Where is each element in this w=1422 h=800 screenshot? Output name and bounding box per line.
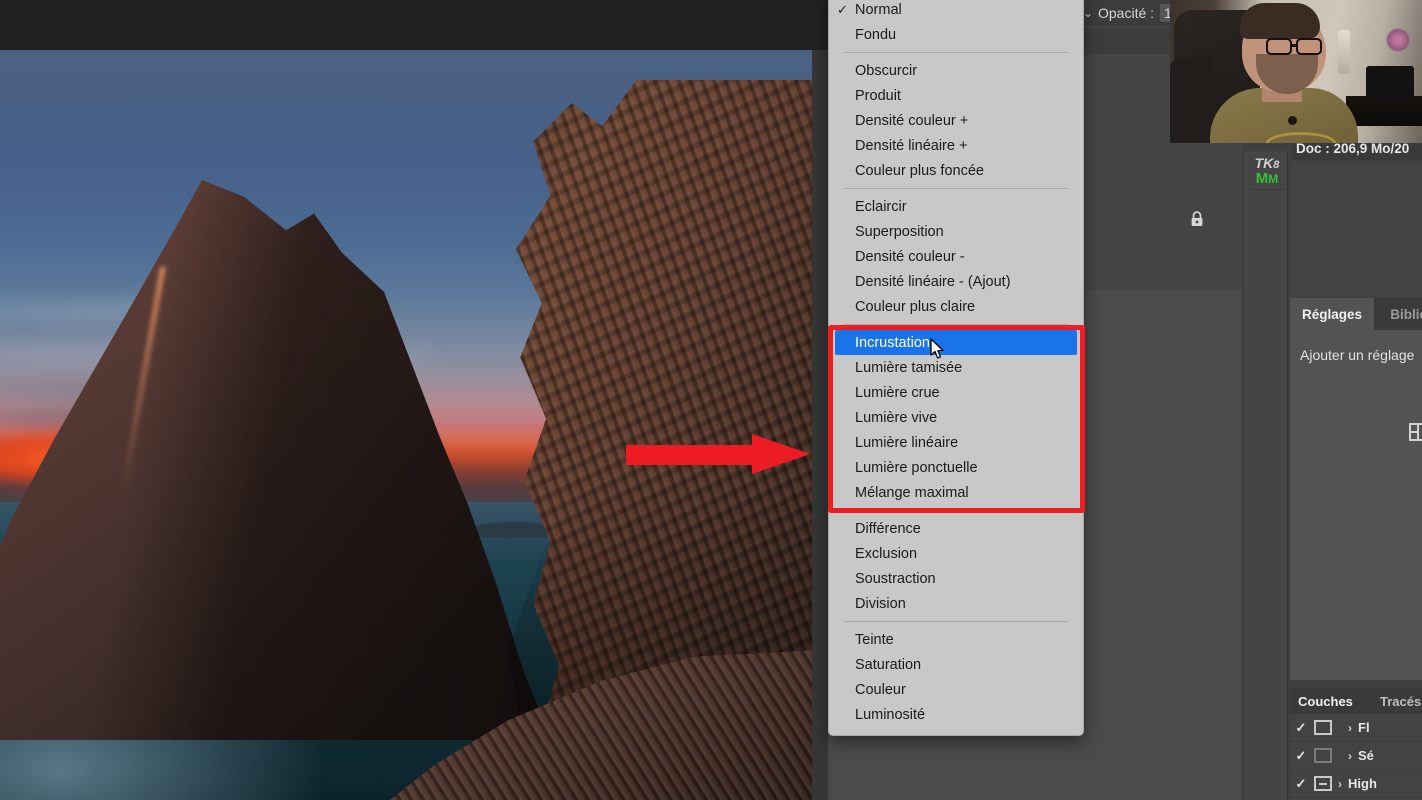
mouse-cursor-icon [930, 338, 944, 359]
presenter-webcam-overlay [1170, 0, 1422, 143]
menu-separator [843, 510, 1069, 511]
menu-separator [843, 188, 1069, 189]
lamp [1338, 30, 1350, 74]
flowers [1386, 28, 1410, 52]
gaming-chair-side [1170, 58, 1212, 143]
menu-item-lumi-re-lin-aire[interactable]: Lumière linéaire [829, 430, 1083, 455]
tool-strip[interactable] [1244, 150, 1288, 800]
glasses-bridge [1291, 44, 1298, 47]
menu-item-couleur[interactable]: Couleur [829, 677, 1083, 702]
menu-item-normal[interactable]: Normal [829, 0, 1083, 22]
table-row[interactable]: ✓ › High [1290, 770, 1422, 798]
glasses-left-lens [1266, 38, 1292, 55]
tk8-mm-logo[interactable]: TK8 MM [1250, 152, 1284, 190]
menu-item-superposition[interactable]: Superposition [829, 219, 1083, 244]
blend-mode-dropdown[interactable]: NormalFonduObscurcirProduitDensité coule… [828, 0, 1084, 736]
add-adjustment-label: Ajouter un réglage [1300, 347, 1415, 363]
properties-panel-body [1290, 162, 1422, 297]
layer-thumbnail-icon[interactable] [1314, 776, 1332, 791]
menu-item-diff-rence[interactable]: Différence [829, 516, 1083, 541]
adjustments-panel[interactable] [1290, 330, 1422, 680]
tab-couches[interactable]: Couches [1298, 688, 1353, 714]
menu-item-couleur-plus-fonc-e[interactable]: Couleur plus foncée [829, 158, 1083, 183]
properties-tabs[interactable]: Réglages Biblio [1290, 298, 1422, 330]
table-row[interactable]: ✓ › Sé [1290, 742, 1422, 770]
menu-item-produit[interactable]: Produit [829, 83, 1083, 108]
document-image[interactable] [0, 50, 812, 800]
adjustment-icon[interactable] [1409, 423, 1422, 441]
menu-item-teinte[interactable]: Teinte [829, 627, 1083, 652]
tab-traces[interactable]: Tracés [1380, 688, 1421, 714]
menu-item-saturation[interactable]: Saturation [829, 652, 1083, 677]
lapel-microphone [1288, 116, 1297, 125]
menu-separator [843, 324, 1069, 325]
menu-item-luminosit[interactable]: Luminosité [829, 702, 1083, 727]
layers-list[interactable]: ✓ › Fl ✓ › Sé ✓ › High [1290, 714, 1422, 800]
arrow-shaft [626, 445, 756, 465]
chevron-right-icon[interactable]: › [1348, 749, 1352, 763]
menu-item-lumi-re-crue[interactable]: Lumière crue [829, 380, 1083, 405]
glasses-right-lens [1296, 38, 1322, 55]
lock-icon[interactable] [1190, 211, 1204, 227]
menu-item-exclusion[interactable]: Exclusion [829, 541, 1083, 566]
logo-line-one: TK8 [1254, 154, 1280, 171]
menu-item-lumi-re-vive[interactable]: Lumière vive [829, 405, 1083, 430]
tab-reglages[interactable]: Réglages [1290, 298, 1374, 330]
canvas-area[interactable] [0, 0, 828, 800]
menu-item-couleur-plus-claire[interactable]: Couleur plus claire [829, 294, 1083, 319]
arrow-head [752, 434, 810, 474]
layers-panel-tabs[interactable]: Couches Tracés [1290, 688, 1422, 714]
canvas-vertical-scrollbar[interactable] [812, 50, 828, 800]
desk [1346, 96, 1422, 126]
layer-name: Sé [1358, 748, 1374, 763]
layer-thumbnail-icon[interactable] [1314, 720, 1332, 735]
menu-item-division[interactable]: Division [829, 591, 1083, 616]
menu-item-densit-couleur[interactable]: Densité couleur + [829, 108, 1083, 133]
menu-item-densit-lin-aire-ajout[interactable]: Densité linéaire - (Ajout) [829, 269, 1083, 294]
visibility-check-icon[interactable]: ✓ [1290, 720, 1312, 736]
menu-item-lumi-re-tamis-e[interactable]: Lumière tamisée [829, 355, 1083, 380]
menu-item-incrustation[interactable]: Incrustation [835, 330, 1077, 355]
layer-name: Fl [1358, 720, 1370, 735]
opacity-label: Opacité : [1098, 5, 1155, 21]
monitor [1366, 66, 1414, 100]
chevron-right-icon[interactable]: › [1348, 721, 1352, 735]
tab-bibliotheques[interactable]: Biblio [1374, 298, 1422, 330]
visibility-check-icon[interactable]: ✓ [1290, 776, 1312, 792]
menu-separator [843, 621, 1069, 622]
menu-item-fondu[interactable]: Fondu [829, 22, 1083, 47]
menu-item-soustraction[interactable]: Soustraction [829, 566, 1083, 591]
presenter-hair [1240, 3, 1320, 39]
menu-item-densit-lin-aire[interactable]: Densité linéaire + [829, 133, 1083, 158]
menu-item-eclaircir[interactable]: Eclaircir [829, 194, 1083, 219]
visibility-check-icon[interactable]: ✓ [1290, 748, 1312, 764]
menu-item-m-lange-maximal[interactable]: Mélange maximal [829, 480, 1083, 505]
chevron-right-icon[interactable]: › [1338, 777, 1342, 791]
red-arrow-annotation [626, 434, 812, 474]
canvas-top-bar [0, 0, 828, 50]
menu-item-obscurcir[interactable]: Obscurcir [829, 58, 1083, 83]
menu-separator [843, 52, 1069, 53]
menu-item-densit-couleur[interactable]: Densité couleur - [829, 244, 1083, 269]
menu-item-lumi-re-ponctuelle[interactable]: Lumière ponctuelle [829, 455, 1083, 480]
layer-thumbnail-icon[interactable] [1314, 748, 1332, 763]
logo-line-two: MM [1255, 169, 1279, 187]
table-row[interactable]: ✓ › Fl [1290, 714, 1422, 742]
layer-name: High [1348, 776, 1377, 791]
